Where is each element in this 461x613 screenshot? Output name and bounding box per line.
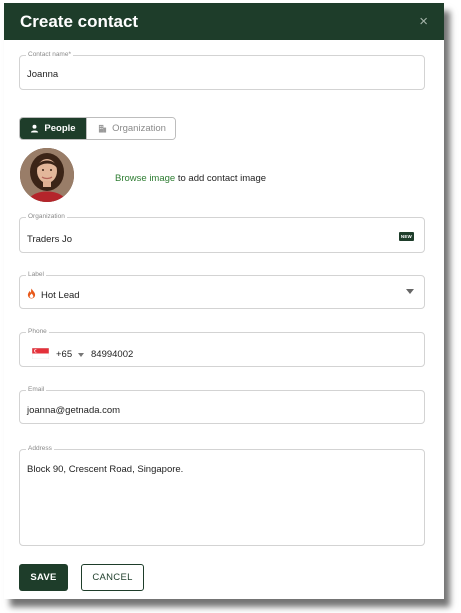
- building-icon: [98, 124, 107, 133]
- chevron-down-icon[interactable]: [406, 289, 414, 294]
- contact-avatar[interactable]: [20, 148, 74, 202]
- organization-value[interactable]: Traders Jo: [27, 234, 72, 245]
- organization-field[interactable]: Organization Traders Jo NEW: [19, 212, 425, 253]
- address-value[interactable]: Block 90, Crescent Road, Singapore.: [27, 464, 183, 475]
- contact-name-field[interactable]: Contact name* Joanna: [19, 50, 425, 90]
- email-label: Email: [26, 385, 47, 395]
- save-button[interactable]: SAVE: [19, 564, 68, 591]
- country-code[interactable]: +65: [56, 349, 72, 360]
- phone-label: Phone: [26, 327, 49, 337]
- address-label: Address: [26, 444, 54, 454]
- country-dropdown-icon[interactable]: [78, 353, 84, 357]
- dialog-footer: [4, 565, 444, 599]
- tab-organization-label: Organization: [112, 123, 166, 134]
- dialog-header: Create contact ×: [4, 3, 444, 40]
- create-contact-dialog: Create contact × Contact name* Joanna Pe…: [4, 3, 444, 599]
- tab-people-label: People: [44, 123, 76, 134]
- close-icon[interactable]: ×: [419, 13, 428, 30]
- contact-name-label: Contact name*: [26, 50, 73, 60]
- label-field-label: Label: [26, 270, 46, 280]
- new-badge: NEW: [398, 232, 414, 241]
- label-value: Hot Lead: [41, 290, 80, 301]
- tab-organization[interactable]: Organization: [86, 118, 175, 139]
- contact-type-toggle: People Organization: [19, 117, 176, 140]
- phone-number[interactable]: 84994002: [91, 349, 133, 360]
- flame-icon: [27, 288, 36, 299]
- person-icon: [31, 124, 39, 133]
- contact-name-value[interactable]: Joanna: [27, 69, 58, 80]
- browse-image-link[interactable]: Browse image: [115, 173, 175, 184]
- avatar-photo: [20, 148, 74, 202]
- browse-image-text: to add contact image: [175, 173, 267, 184]
- browse-image-line: Browse image to add contact image: [115, 173, 266, 184]
- singapore-flag-icon: [32, 348, 49, 359]
- email-field[interactable]: Email joanna@getnada.com: [19, 385, 425, 424]
- cancel-button[interactable]: CANCEL: [81, 564, 144, 591]
- address-field[interactable]: Address Block 90, Crescent Road, Singapo…: [19, 444, 425, 546]
- email-value[interactable]: joanna@getnada.com: [27, 405, 120, 416]
- organization-label: Organization: [26, 212, 67, 222]
- label-select[interactable]: Label Hot Lead: [19, 270, 425, 309]
- dialog-title: Create contact: [20, 11, 139, 31]
- tab-people[interactable]: People: [20, 118, 86, 139]
- phone-field[interactable]: Phone +65 84994002: [19, 327, 425, 367]
